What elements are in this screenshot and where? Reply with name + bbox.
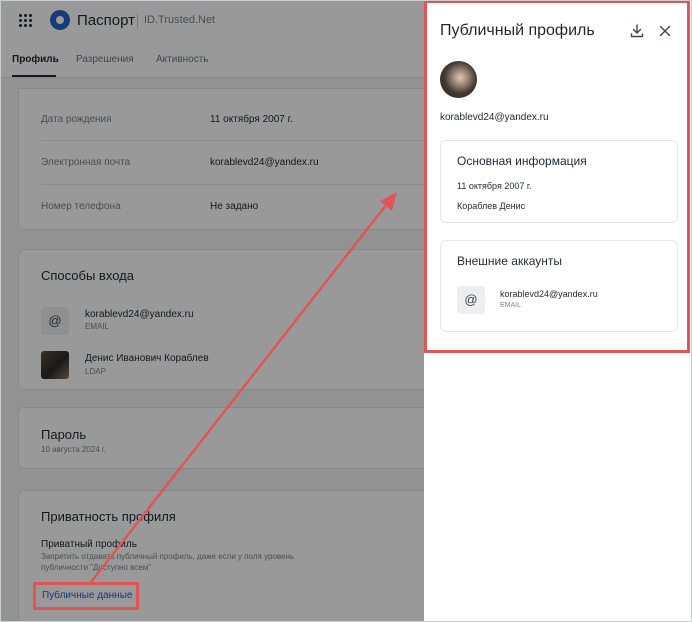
public-data-highlight-box (33, 582, 139, 610)
drawer-highlight-box (424, 0, 690, 353)
